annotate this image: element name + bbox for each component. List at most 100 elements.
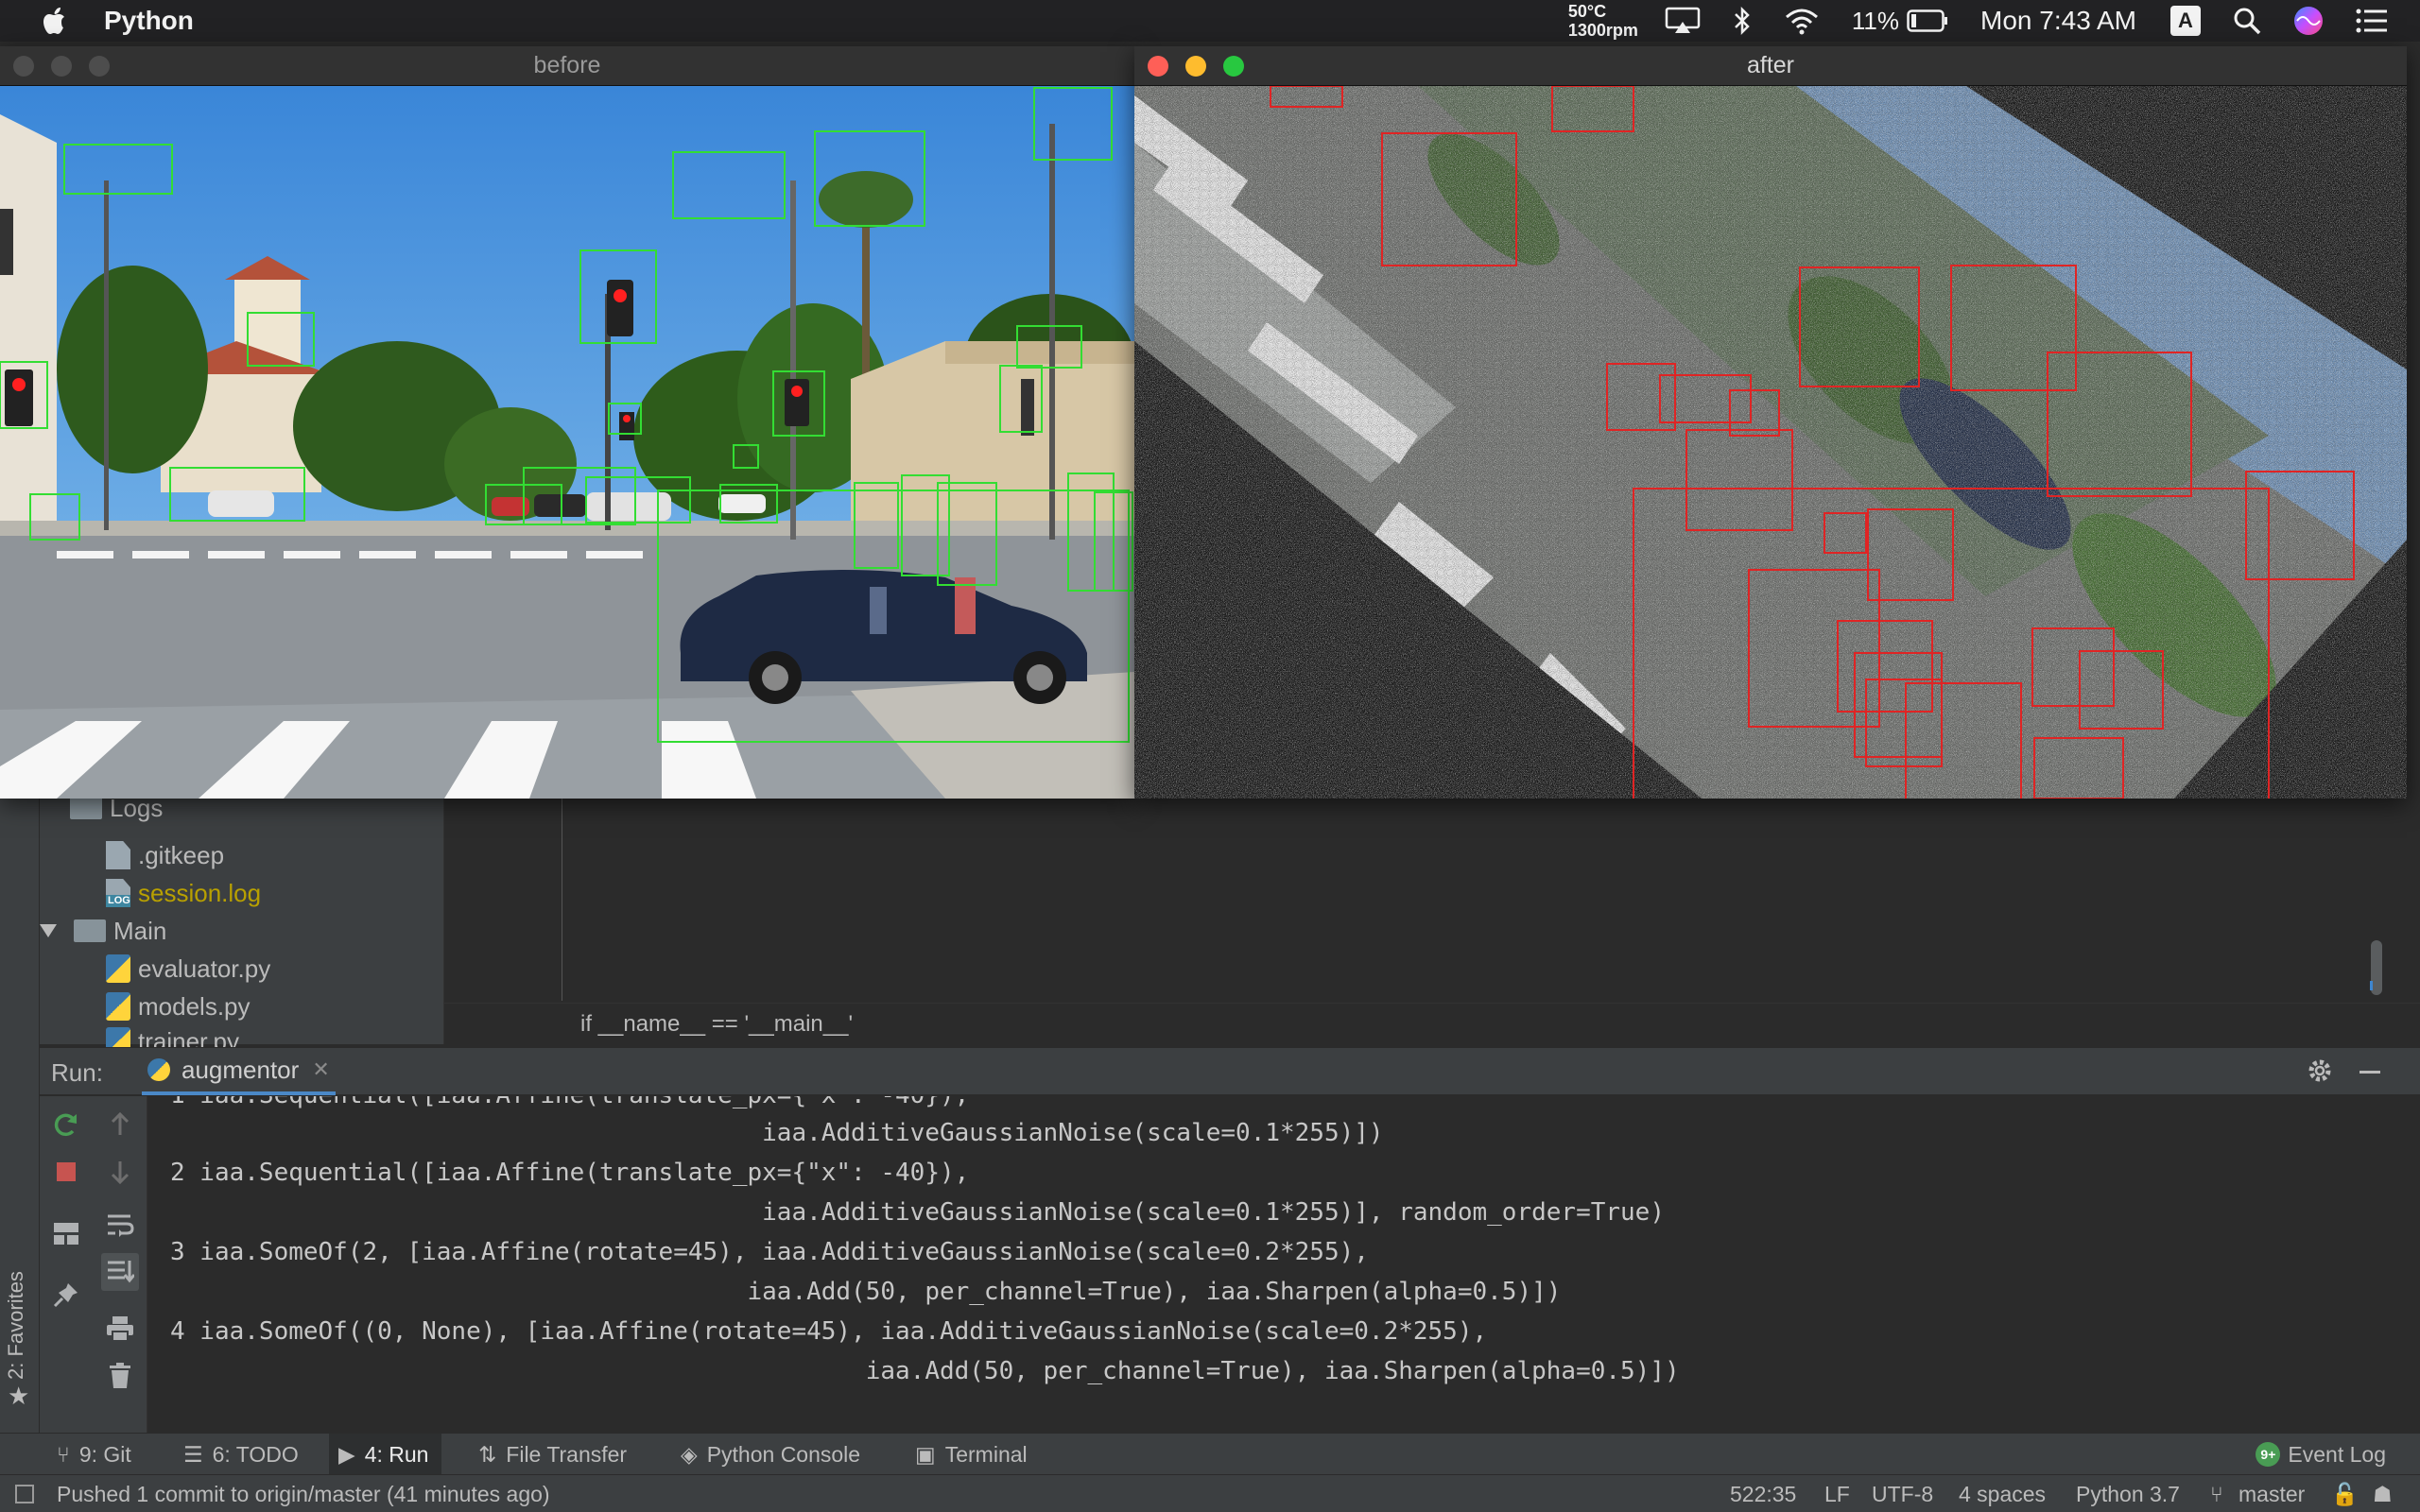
tree-file-gitkeep[interactable]: .gitkeep — [106, 836, 224, 874]
indent-setting[interactable]: 4 spaces — [1959, 1482, 2046, 1507]
scroll-up-icon[interactable] — [101, 1106, 139, 1143]
python-interpreter[interactable]: Python 3.7 — [2076, 1482, 2180, 1507]
tree-file-session-log[interactable]: LOG session.log — [106, 874, 261, 912]
breadcrumb-item[interactable]: if __name__ == '__main__' — [580, 1011, 853, 1038]
tool-label: 4: Run — [364, 1441, 429, 1467]
console-line: 2 iaa.Sequential([iaa.Affine(translate_p… — [170, 1159, 970, 1187]
tree-file-models[interactable]: models.py — [106, 988, 251, 1025]
run-console-output[interactable]: 1 iaa.Sequential([iaa.Affine(translate_p… — [147, 1096, 2420, 1433]
system-stats[interactable]: 50°C 1300rpm — [1568, 2, 1638, 40]
python-console-tool-button[interactable]: ◈ Python Console — [681, 1434, 860, 1475]
before-titlebar[interactable]: before — [0, 46, 1134, 86]
transfer-arrows-icon: ⇅ — [478, 1441, 497, 1467]
before-window[interactable]: before — [0, 46, 1134, 799]
run-tab-augmentor[interactable]: augmentor ✕ — [142, 1048, 336, 1095]
editor-scroll-marker — [2370, 981, 2373, 990]
python-file-icon — [106, 992, 130, 1021]
list-icon: ☰ — [183, 1441, 203, 1467]
close-tab-icon[interactable]: ✕ — [312, 1057, 329, 1082]
console-line: 3 iaa.SomeOf(2, [iaa.Affine(rotate=45), … — [170, 1238, 1369, 1266]
trash-icon[interactable] — [101, 1357, 139, 1395]
status-message[interactable]: Pushed 1 commit to origin/master (41 min… — [57, 1482, 550, 1507]
toggle-tool-windows-icon[interactable] — [15, 1485, 34, 1503]
expand-arrow-icon[interactable] — [40, 924, 57, 937]
tool-label: 6: TODO — [212, 1441, 299, 1467]
soft-wrap-icon[interactable] — [101, 1206, 139, 1244]
run-tab-label: augmentor — [182, 1055, 300, 1084]
layout-icon[interactable] — [47, 1215, 85, 1253]
run-label: Run: — [51, 1058, 103, 1087]
siri-icon[interactable] — [2293, 6, 2324, 36]
after-window[interactable]: after — [1134, 46, 2407, 799]
hide-panel-icon[interactable] — [2360, 1071, 2380, 1074]
after-image — [1134, 86, 2407, 799]
stop-icon[interactable] — [47, 1153, 85, 1191]
bluetooth-icon[interactable] — [1733, 6, 1752, 36]
battery-icon[interactable] — [1907, 9, 1948, 32]
menu-clock[interactable]: Mon 7:43 AM — [1980, 6, 2136, 36]
console-line: iaa.Add(50, per_channel=True), iaa.Sharp… — [170, 1357, 1680, 1385]
console-line: 4 iaa.SomeOf((0, None), [iaa.Affine(rota… — [170, 1317, 1488, 1346]
star-icon: ★ — [8, 1382, 30, 1410]
todo-tool-button[interactable]: ☰ 6: TODO — [183, 1434, 299, 1475]
notification-center-icon[interactable] — [2356, 9, 2388, 33]
event-badge-icon: 9+ — [2256, 1442, 2281, 1467]
terminal-tool-button[interactable]: ▣ Terminal — [915, 1434, 1028, 1475]
pin-icon[interactable] — [47, 1276, 85, 1314]
scroll-to-end-icon[interactable] — [101, 1253, 139, 1291]
run-tool-window-header: Run: augmentor ✕ — [40, 1047, 2420, 1095]
run-play-icon: ▶ — [338, 1441, 355, 1467]
console-line: iaa.AdditiveGaussianNoise(scale=0.1*255)… — [170, 1119, 1384, 1147]
apple-icon[interactable] — [36, 2, 74, 40]
project-tree[interactable]: Logs .gitkeep LOG session.log Main evalu… — [40, 794, 444, 1056]
input-source-icon[interactable]: A — [2170, 6, 2201, 36]
console-line: iaa.AdditiveGaussianNoise(scale=0.1*255)… — [170, 1198, 1665, 1227]
inspector-icon[interactable]: ☗ — [2373, 1482, 2393, 1507]
window-title: before — [533, 52, 601, 78]
python-run-icon — [147, 1058, 170, 1081]
file-transfer-tool-button[interactable]: ⇅ File Transfer — [478, 1434, 627, 1475]
line-separator[interactable]: LF — [1824, 1482, 1850, 1507]
git-branch[interactable]: master — [2238, 1482, 2305, 1507]
tool-window-bar: ⑂ 9: Git ☰ 6: TODO ▶ 4: Run ⇅ File Trans… — [0, 1433, 2420, 1475]
menu-bar: Python 50°C 1300rpm 11% Mon 7:43 AM A — [0, 0, 2420, 42]
tool-label: Terminal — [944, 1441, 1028, 1467]
caret-position[interactable]: 522:35 — [1730, 1482, 1796, 1507]
window-title: after — [1746, 52, 1795, 78]
tree-item-label: Main — [113, 916, 167, 945]
scroll-down-icon[interactable] — [101, 1153, 139, 1191]
tree-item-label: models.py — [138, 991, 251, 1021]
console-line: iaa.Add(50, per_channel=True), iaa.Sharp… — [170, 1278, 1562, 1306]
git-tool-button[interactable]: ⑂ 9: Git — [57, 1434, 131, 1475]
event-log-button[interactable]: 9+ Event Log — [2256, 1434, 2386, 1475]
after-titlebar[interactable]: after — [1134, 46, 2407, 86]
wifi-icon[interactable] — [1784, 7, 1820, 35]
gear-icon[interactable] — [2307, 1057, 2333, 1084]
battery-percent[interactable]: 11% — [1852, 7, 1899, 36]
file-encoding[interactable]: UTF-8 — [1872, 1482, 1933, 1507]
tree-folder-main[interactable]: Main — [40, 912, 166, 950]
file-icon — [106, 841, 130, 869]
folder-icon — [70, 797, 102, 819]
tool-label: 9: Git — [78, 1441, 131, 1467]
git-branch-icon: ⑂ — [2210, 1482, 2223, 1506]
git-branch-icon: ⑂ — [57, 1441, 70, 1467]
spotlight-search-icon[interactable] — [2233, 7, 2261, 35]
rerun-icon[interactable] — [47, 1106, 85, 1143]
airplay-icon[interactable] — [1665, 7, 1701, 35]
tree-item-label: .gitkeep — [138, 840, 225, 869]
terminal-icon: ▣ — [915, 1441, 936, 1467]
python-file-icon — [106, 954, 130, 983]
run-toolbar-primary — [40, 1096, 93, 1433]
tree-file-evaluator[interactable]: evaluator.py — [106, 950, 270, 988]
run-toolbar-secondary — [93, 1096, 147, 1433]
favorites-tool-tab[interactable]: 2: Favorites ★ — [0, 1257, 40, 1418]
run-tool-button[interactable]: ▶ 4: Run — [329, 1434, 442, 1475]
log-file-icon: LOG — [106, 879, 130, 907]
tree-item-label: session.log — [138, 878, 262, 907]
app-menu-python[interactable]: Python — [104, 6, 194, 36]
console-line: 1 iaa.Sequential([iaa.Affine(translate_p… — [170, 1096, 969, 1115]
lock-icon[interactable]: 🔓 — [2331, 1482, 2359, 1507]
print-icon[interactable] — [101, 1310, 139, 1348]
editor-breadcrumb[interactable]: if __name__ == '__main__' — [444, 1003, 2420, 1044]
